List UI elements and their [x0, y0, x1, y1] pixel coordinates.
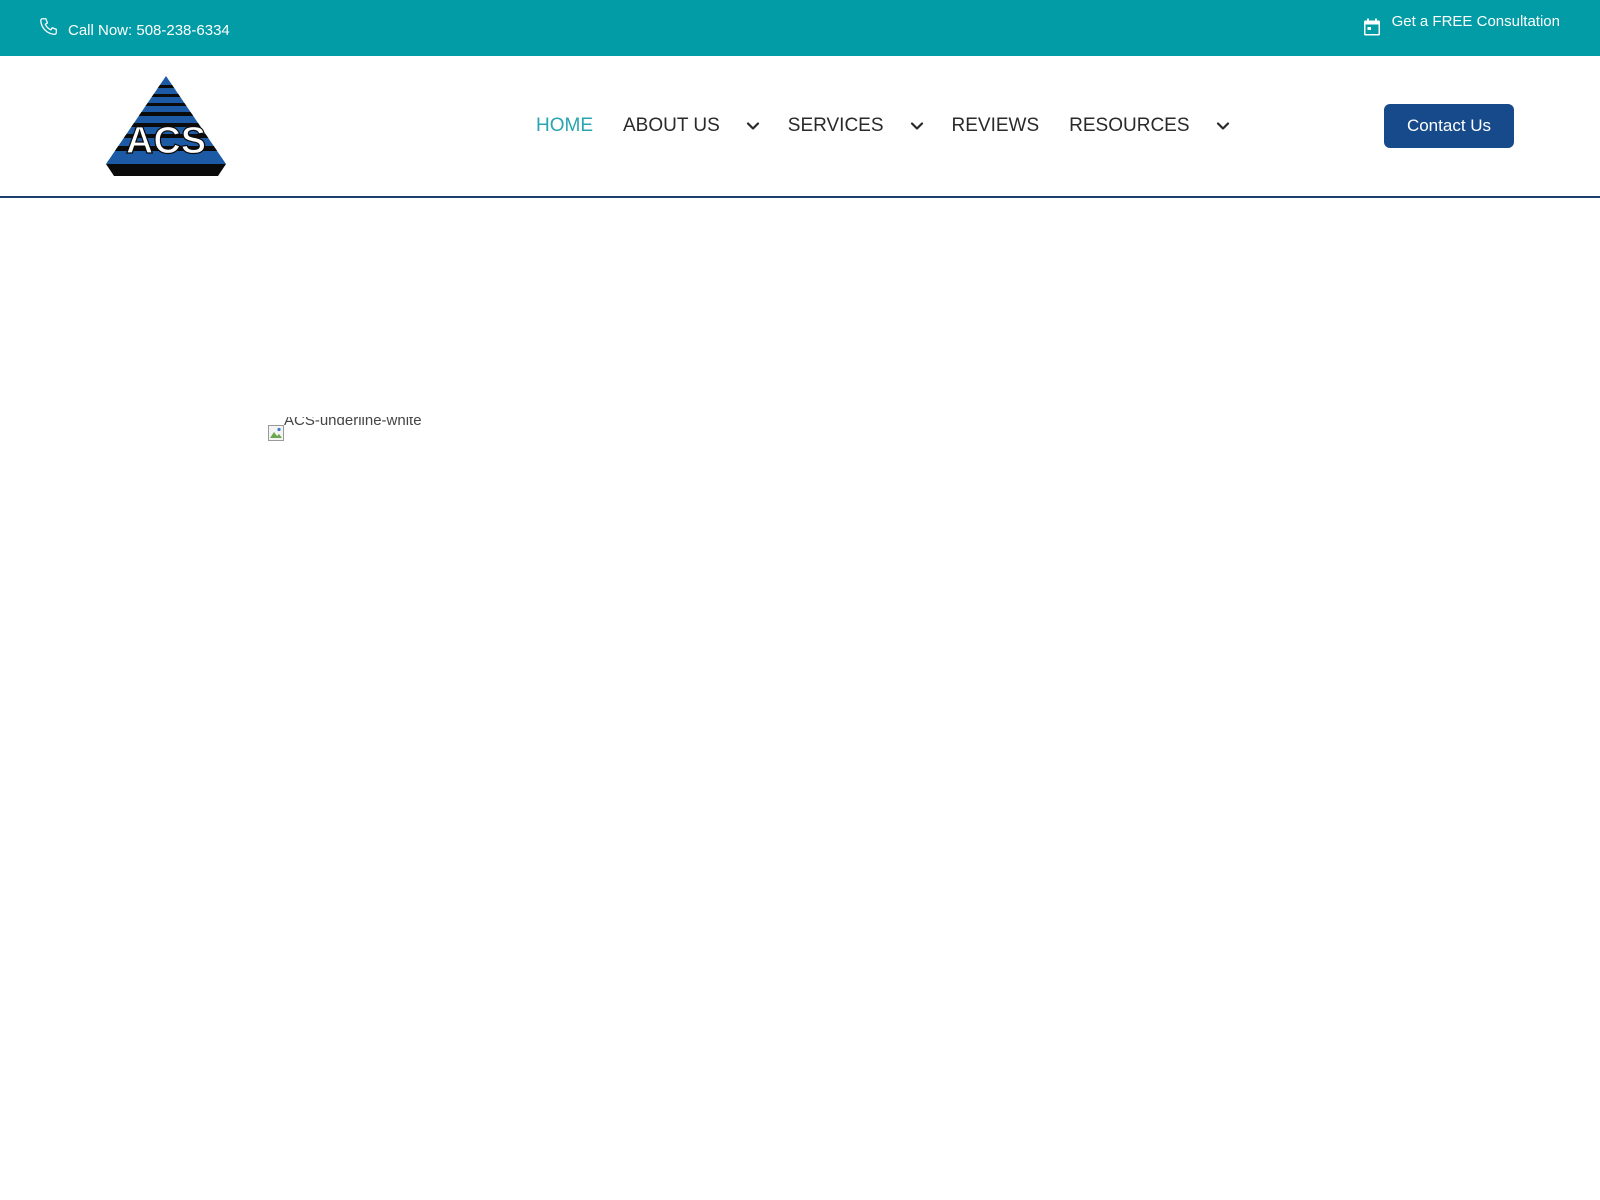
acs-logo[interactable]: ACS: [106, 76, 226, 178]
main-nav: HOME ABOUT US SERVICES REVIEWS RESOURCES: [536, 114, 1230, 138]
nav-item-home[interactable]: HOME: [536, 114, 593, 138]
nav-services-label: SERVICES: [787, 115, 884, 136]
nav-home-label: HOME: [536, 115, 593, 136]
calendar-icon: [1362, 17, 1382, 43]
broken-image: ACS-underline-white: [268, 417, 422, 441]
nav-item-about-us[interactable]: ABOUT US: [623, 114, 760, 138]
chevron-down-icon[interactable]: [1216, 121, 1230, 131]
nav-item-services[interactable]: SERVICES: [788, 114, 924, 138]
free-consultation-link[interactable]: Get a FREE Consultation: [1362, 12, 1560, 43]
contact-us-button[interactable]: Contact Us: [1384, 104, 1514, 148]
nav-about-label: ABOUT US: [623, 115, 720, 136]
image-alt-text: ACS-underline-white: [284, 417, 422, 429]
top-bar: Call Now: 508-238-6334 Get a FREE Consul…: [0, 0, 1600, 56]
nav-reviews-label: REVIEWS: [951, 115, 1040, 136]
nav-item-resources[interactable]: RESOURCES: [1069, 114, 1229, 138]
free-consultation-text: Get a FREE Consultation: [1391, 13, 1560, 30]
broken-image-icon: [268, 425, 284, 441]
site-header: ACS HOME ABOUT US SERVICES REVIEWS RESOU…: [0, 56, 1600, 198]
logo-text: ACS: [126, 120, 206, 162]
nav-resources-label: RESOURCES: [1069, 115, 1190, 136]
call-now-link[interactable]: Call Now: 508-238-6334: [38, 16, 230, 45]
nav-item-reviews[interactable]: REVIEWS: [952, 114, 1040, 138]
chevron-down-icon[interactable]: [910, 121, 924, 131]
chevron-down-icon[interactable]: [746, 121, 760, 131]
phone-icon: [38, 16, 60, 45]
call-now-text: Call Now: 508-238-6334: [68, 21, 230, 39]
